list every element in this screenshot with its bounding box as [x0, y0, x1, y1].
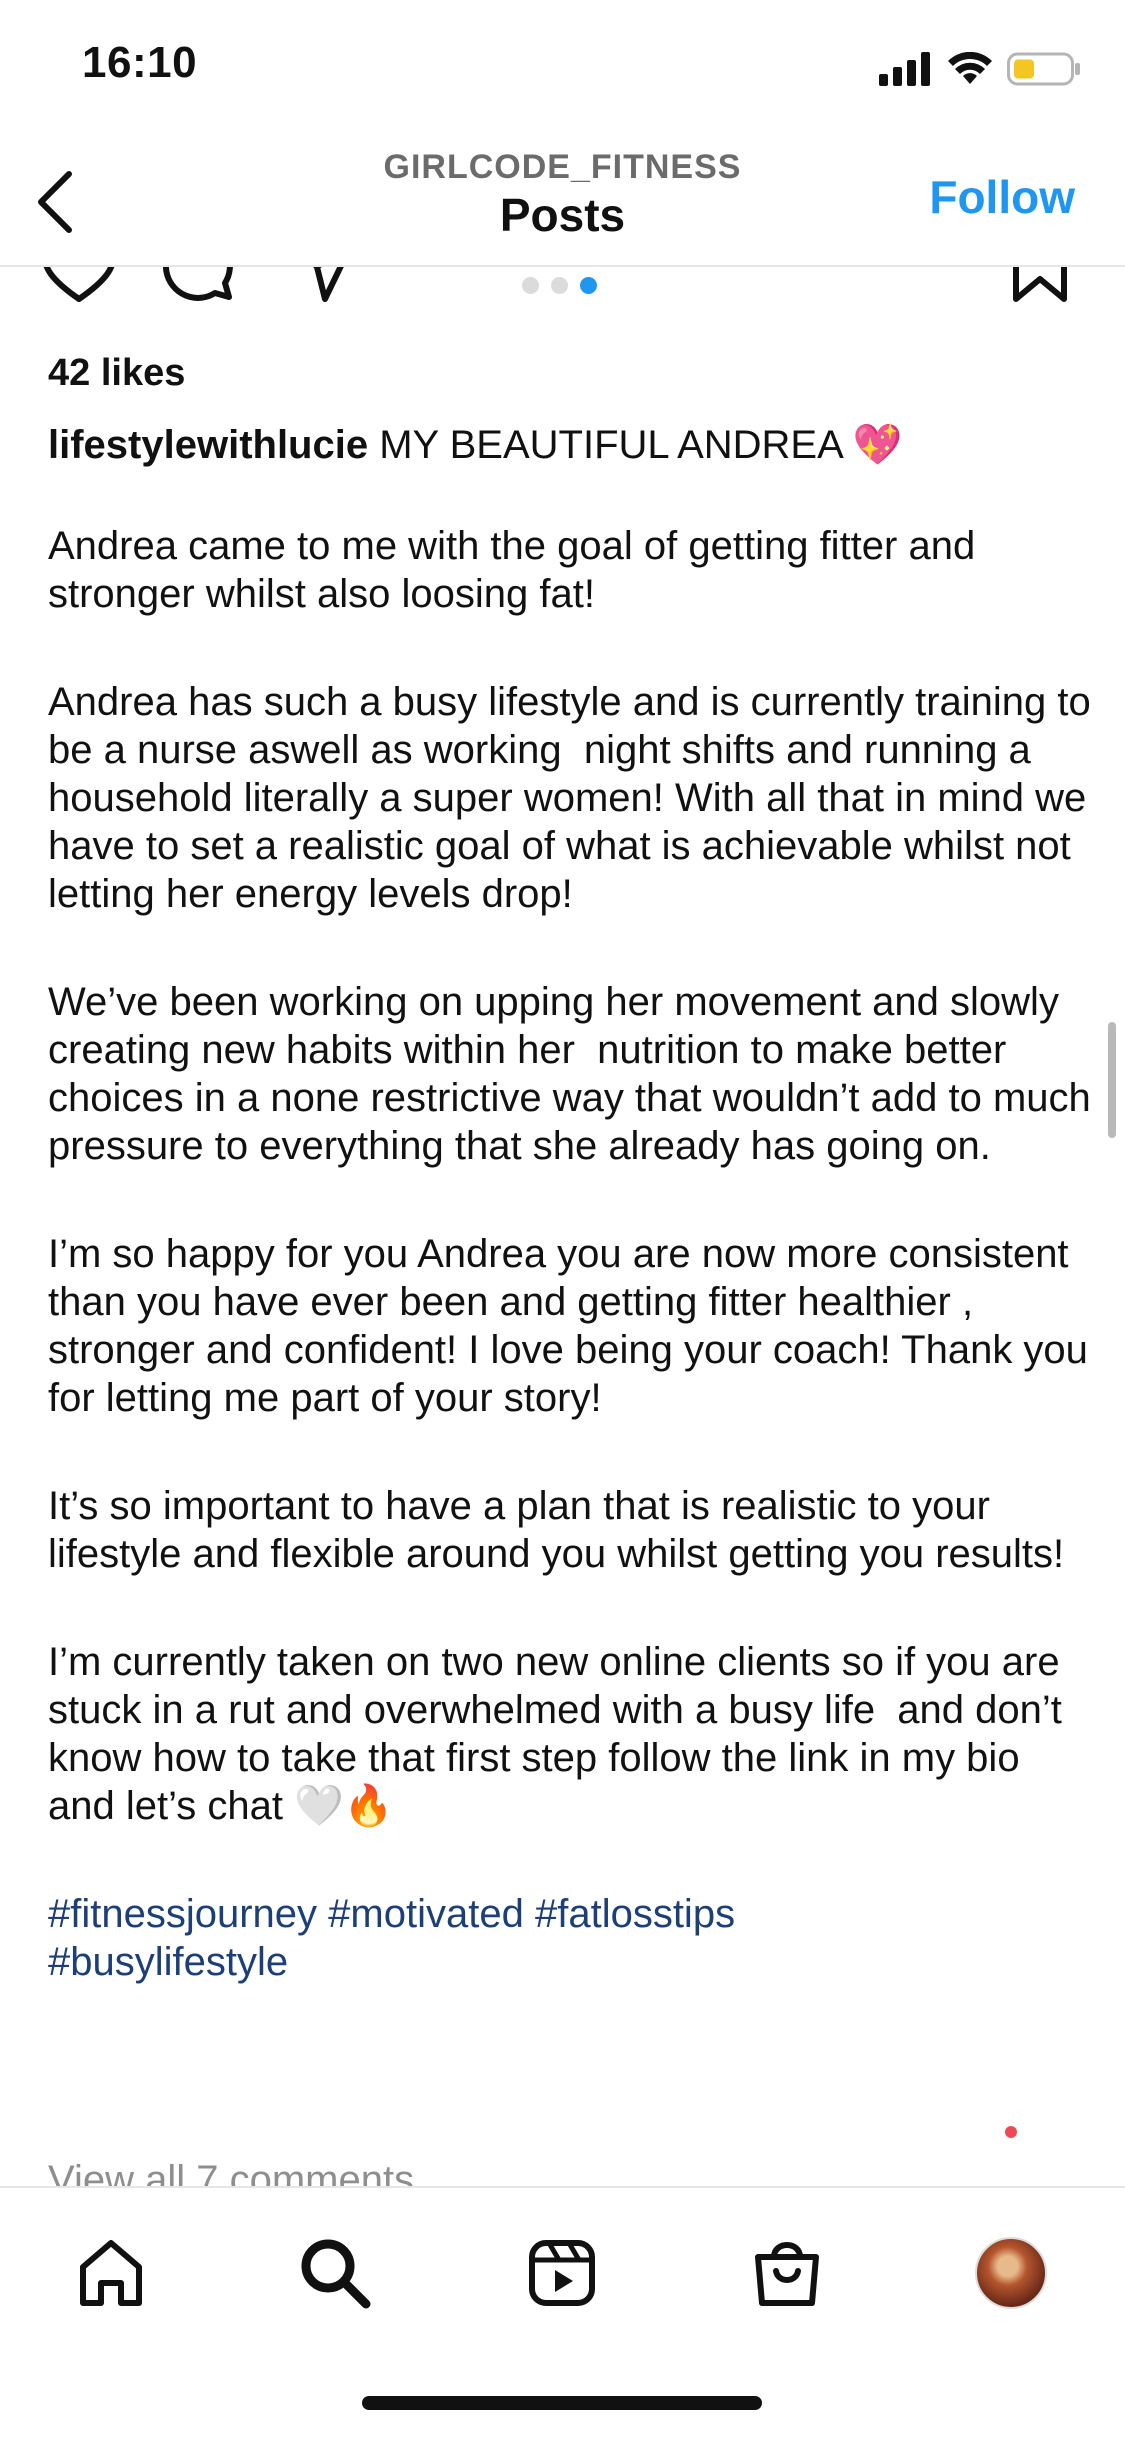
heart-icon[interactable] [40, 267, 118, 307]
status-icons [879, 48, 1081, 90]
carousel-dot-active [580, 277, 597, 294]
caption-headline-text: MY BEAUTIFUL ANDREA 💖 [379, 423, 903, 467]
bookmark-icon[interactable] [1010, 267, 1070, 307]
battery-icon [1007, 52, 1080, 86]
post-action-row [0, 267, 1125, 327]
caption-paragraph: Andrea came to me with the goal of getti… [48, 524, 987, 616]
hashtag-link[interactable]: #fitnessjourney [48, 1892, 317, 1936]
reels-icon [529, 2240, 595, 2306]
nav-reels[interactable] [517, 2228, 607, 2318]
nav-search[interactable] [290, 2228, 380, 2318]
caption-paragraph: I’m so happy for you Andrea you are now … [48, 1232, 1100, 1420]
nav-shop[interactable] [742, 2228, 832, 2318]
comment-icon[interactable] [163, 267, 235, 307]
scrollbar[interactable] [1108, 1022, 1116, 1138]
caption-headline: lifestylewithlucie MY BEAUTIFUL ANDREA 💖 [48, 418, 1088, 472]
shop-bag-icon [755, 2242, 819, 2306]
app-header: GIRLCODE_FITNESS Posts Follow [0, 140, 1125, 267]
caption-body: Andrea came to me with the goal of getti… [48, 522, 1093, 1986]
home-icon [80, 2240, 142, 2306]
carousel-dot [522, 277, 539, 294]
caption-paragraph: I’m currently taken on two new online cl… [48, 1640, 1074, 1828]
status-time: 16:10 [82, 38, 198, 87]
hashtag-link[interactable]: #motivated [328, 1892, 524, 1936]
avatar [975, 2237, 1047, 2309]
likes-count[interactable]: 42 likes [48, 352, 185, 395]
view-comments-link[interactable]: View all 7 comments [48, 2158, 414, 2188]
nav-profile[interactable] [966, 2228, 1056, 2318]
hashtag-link[interactable]: #fatlosstips [535, 1892, 735, 1936]
caption-paragraph: It’s so important to have a plan that is… [48, 1484, 1065, 1576]
home-indicator[interactable] [362, 2396, 762, 2410]
search-icon [301, 2239, 371, 2309]
nav-home[interactable] [66, 2228, 156, 2318]
share-icon[interactable] [287, 267, 361, 307]
hashtag-list: #fitnessjourney #motivated #fatlosstips #… [48, 1890, 1093, 1986]
wifi-icon [948, 52, 992, 84]
carousel-indicator [522, 277, 597, 294]
carousel-dot [551, 277, 568, 294]
follow-button[interactable]: Follow [929, 170, 1075, 224]
caption-paragraph: Andrea has such a busy lifestyle and is … [48, 680, 1102, 916]
caption-username[interactable]: lifestylewithlucie [48, 423, 368, 467]
notification-dot [1005, 2126, 1017, 2138]
status-bar: 16:10 [0, 0, 1125, 140]
cellular-signal-icon [879, 52, 930, 86]
caption-paragraph: We’ve been working on upping her movemen… [48, 980, 1102, 1168]
hashtag-link[interactable]: #busylifestyle [48, 1940, 288, 1984]
